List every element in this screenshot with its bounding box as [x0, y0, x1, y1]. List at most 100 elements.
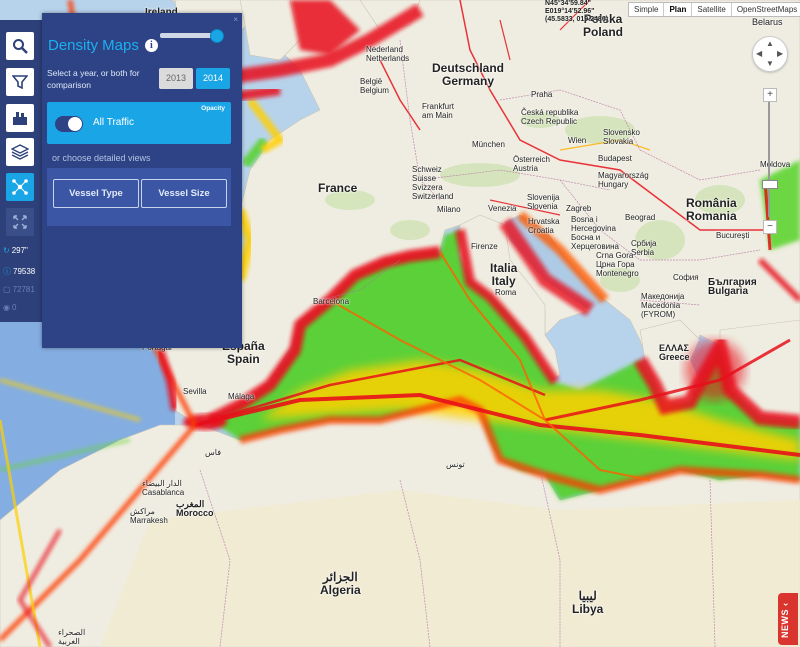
city-label-belgie: België Belgium — [360, 77, 389, 95]
detail-views-box: Vessel Type Vessel Size — [47, 168, 231, 226]
country-label-germany: Deutschland Germany — [432, 61, 505, 88]
city-label-ceska: Česká republika Czech Republic — [521, 108, 579, 126]
filter-icon — [12, 75, 28, 90]
city-label-wien: Wien — [568, 136, 587, 145]
country-label-algeria: الجزائر Algeria — [320, 570, 361, 597]
opacity-slider-handle[interactable] — [210, 29, 224, 43]
city-label-morocco: المغرب Morocco — [176, 499, 214, 518]
density-button[interactable] — [6, 173, 34, 201]
city-label-schweiz: Schweiz Suisse Svizzera Switzerland — [412, 165, 454, 201]
city-label-zagreb: Zagreb — [566, 204, 592, 213]
pan-up-icon[interactable]: ▲ — [766, 40, 774, 48]
vessels-total-stat: ⓘ 79538 — [3, 267, 36, 276]
map-type-openstreetmaps[interactable]: OpenStreetMaps — [732, 3, 800, 16]
city-label-sofia: София — [673, 273, 699, 282]
coordinate-longitude: E019°14'52.96" — [545, 8, 595, 15]
city-label-osterreich: Österreich Austria — [513, 155, 550, 173]
country-label-libya: ليبيا Libya — [572, 589, 604, 616]
fullscreen-icon — [13, 215, 27, 229]
search-button[interactable] — [6, 32, 34, 60]
refresh-icon: ↻ — [3, 246, 10, 255]
country-label-france: France — [318, 181, 358, 195]
city-label-budapest: Budapest — [598, 154, 632, 163]
map-type-satellite[interactable]: Satellite — [692, 3, 732, 16]
fullscreen-button[interactable] — [6, 208, 34, 236]
selected-stat: ◉ 0 — [3, 303, 17, 312]
zoom-slider-track[interactable] — [768, 102, 770, 217]
city-label-bucuresti: București — [716, 231, 750, 240]
city-label-magyar: Magyarország Hungary — [598, 171, 649, 189]
map-type-plan[interactable]: Plan — [664, 3, 693, 16]
city-label-bosna: Bosna i Hercegovina Босна и Херцеговина — [571, 215, 619, 251]
city-label-praha: Praha — [531, 90, 553, 99]
layers-button[interactable] — [6, 138, 34, 166]
year-prompt: Select a year, or both for comparison — [47, 68, 140, 90]
map-type-simple[interactable]: Simple — [629, 3, 665, 16]
refresh-stat: ↻ 297" — [3, 246, 28, 255]
vessels-shown-stat: ▢ 72781 — [3, 285, 35, 294]
city-label-marrakesh: مراكش Marrakesh — [130, 507, 168, 525]
zoom-out-button[interactable]: − — [763, 220, 777, 234]
country-label-romania: România Romania — [686, 196, 737, 223]
info-icon[interactable]: i — [144, 39, 158, 52]
coordinate-latitude: N45°34'59.84" — [545, 0, 591, 7]
all-traffic-box: All Traffic Opacity — [47, 102, 231, 144]
layers-icon — [11, 144, 29, 160]
city-label-crna: Crna Gora Црна Гора Montenegro — [596, 251, 639, 278]
search-icon — [13, 39, 28, 54]
city-label-tunisia: تونس — [446, 460, 465, 469]
density-icon — [12, 179, 28, 195]
info-icon: ⓘ — [3, 267, 11, 276]
square-icon: ▢ — [3, 285, 11, 294]
city-label-casablanca: الدار البيضاء Casablanca — [142, 479, 185, 497]
panel-title: Density Maps i — [48, 37, 158, 54]
density-maps-panel: × Density Maps i Select a year, or both … — [42, 13, 242, 348]
map-type-selector: Simple Plan Satellite OpenStreetMaps — [628, 2, 800, 17]
zoom-slider-handle[interactable] — [762, 180, 778, 189]
fleet-button[interactable] — [6, 104, 34, 132]
news-tab[interactable]: NEWS ‹ — [778, 593, 798, 645]
coordinates-readout: N45°34'59.84" E019°14'52.96" (45.5833, 0… — [545, 0, 608, 24]
all-traffic-label: All Traffic — [93, 117, 134, 128]
city-label-makedonija: Македонија Macedonia (FYROM) — [641, 292, 685, 319]
vessel-type-button[interactable]: Vessel Type — [53, 179, 139, 208]
city-label-hrvatska: Hrvatska Croatia — [528, 217, 560, 235]
toggle-knob — [68, 117, 82, 131]
city-label-slovensko: Slovensko Slovakia — [603, 128, 640, 146]
city-label-munchen: München — [472, 140, 505, 149]
fleet-icon — [13, 112, 27, 125]
all-traffic-toggle[interactable] — [55, 116, 83, 132]
left-toolbar: ↻ 297" ⓘ 79538 ▢ 72781 ◉ 0 — [0, 20, 42, 322]
city-label-venezia: Venezia — [488, 204, 517, 213]
news-label: NEWS ‹ — [780, 602, 790, 639]
city-label-ellas: ΕΛΛΑΣ Greece — [659, 343, 690, 362]
city-label-malaga: Málaga — [228, 392, 255, 401]
opacity-label: Opacity — [201, 105, 225, 112]
city-label-fes: فاس — [205, 448, 222, 457]
pan-control[interactable]: ▲ ▼ ◀ ▶ — [752, 36, 788, 72]
pan-right-icon[interactable]: ▶ — [777, 50, 783, 58]
vessel-size-button[interactable]: Vessel Size — [141, 179, 227, 208]
city-label-sahara: الصحراء الغربية — [58, 628, 86, 646]
year-2013-button[interactable]: 2013 — [159, 68, 193, 89]
city-label-roma: Roma — [495, 288, 517, 297]
city-label-frankfurt: Frankfurt am Main — [422, 102, 455, 120]
country-label-italy: Italia Italy — [490, 261, 518, 288]
city-label-sevilla: Sevilla — [183, 387, 207, 396]
city-label-moldova: Moldova — [760, 160, 791, 169]
pan-left-icon[interactable]: ◀ — [756, 50, 762, 58]
city-label-slovenija: Slovenija Slovenia — [527, 193, 560, 211]
city-label-bulgaria: България Bulgaria — [708, 277, 757, 297]
city-label-beograd: Beograd — [625, 213, 656, 222]
close-icon[interactable]: × — [233, 15, 238, 24]
coordinate-decimal: (45.5833, 019.2480) — [545, 16, 609, 23]
year-2014-button[interactable]: 2014 — [196, 68, 230, 89]
pan-down-icon[interactable]: ▼ — [766, 60, 774, 68]
city-label-nederland: Nederland Netherlands — [366, 45, 410, 63]
filter-button[interactable] — [6, 68, 34, 96]
detail-prompt: or choose detailed views — [52, 153, 151, 163]
city-label-barcelona: Barcelona — [313, 297, 350, 306]
zoom-in-button[interactable]: + — [763, 88, 777, 102]
city-label-milano: Milano — [437, 205, 461, 214]
country-label-belarus: Belarus — [752, 17, 783, 27]
